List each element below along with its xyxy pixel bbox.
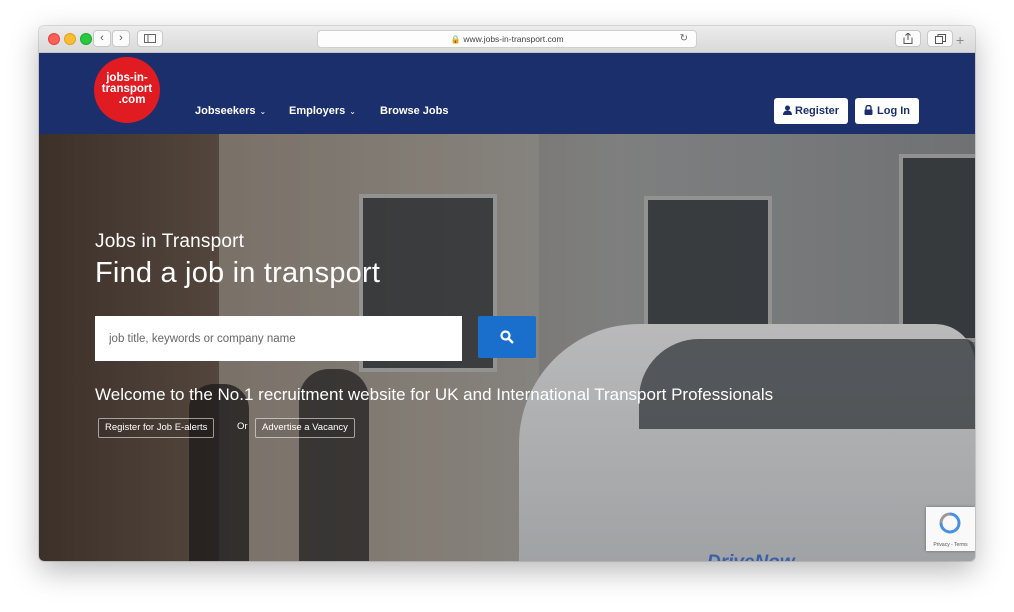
recaptcha-label: Privacy - Terms: [933, 542, 968, 548]
login-button[interactable]: Log In: [855, 98, 919, 124]
forward-icon: ›: [119, 32, 123, 44]
recaptcha-badge[interactable]: Privacy - Terms: [926, 507, 975, 551]
tabs-icon: [934, 34, 946, 44]
recaptcha-icon: [939, 512, 961, 534]
site-header: jobs-in- transport .com Jobseekers ⌄ Empl…: [39, 53, 975, 134]
new-tab-button[interactable]: +: [956, 33, 964, 47]
lock-icon: 🔒: [450, 35, 461, 44]
welcome-text: Welcome to the No.1 recruitment website …: [95, 385, 774, 404]
search-icon: [500, 330, 514, 344]
forward-button[interactable]: ›: [112, 30, 130, 47]
sidebar-icon: [144, 34, 156, 43]
hero-banner: DriveNow Jobs in Transport Find a job in…: [39, 134, 975, 561]
chevron-down-icon: ⌄: [259, 107, 267, 116]
job-search-input[interactable]: [95, 316, 462, 361]
car-brand-text: DriveNow: [707, 552, 795, 561]
register-label: Register: [795, 105, 840, 117]
address-bar[interactable]: 🔒 www.jobs-in-transport.com ↻: [317, 30, 697, 48]
hero-subtitle: Jobs in Transport: [95, 231, 245, 252]
minimize-window-button[interactable]: [64, 33, 76, 45]
sidebar-toggle-button[interactable]: [137, 30, 163, 47]
share-icon: [903, 32, 913, 44]
logo-line-3: .com: [118, 94, 146, 106]
login-label: Log In: [877, 105, 910, 117]
register-button[interactable]: Register: [774, 98, 849, 124]
url-text: www.jobs-in-transport.com: [463, 34, 564, 44]
lock-icon: [864, 104, 873, 115]
tabs-overview-button[interactable]: [927, 30, 953, 47]
user-icon: [783, 105, 792, 115]
reload-icon[interactable]: ↻: [680, 31, 688, 47]
advertise-vacancy-button[interactable]: Advertise a Vacancy: [255, 418, 355, 438]
hero-title: Find a job in transport: [95, 257, 381, 289]
nav-employers-label: Employers: [289, 105, 346, 117]
close-window-button[interactable]: [48, 33, 60, 45]
zoom-window-button[interactable]: [80, 33, 92, 45]
browser-toolbar: ‹ › 🔒 www.jobs-in-transport.com ↻ +: [39, 26, 975, 53]
back-icon: ‹: [100, 32, 104, 44]
nav-jobseekers-label: Jobseekers: [195, 105, 256, 117]
site-logo[interactable]: jobs-in- transport .com: [94, 57, 160, 123]
chevron-down-icon: ⌄: [349, 107, 356, 116]
register-job-alerts-button[interactable]: Register for Job E-alerts: [98, 418, 215, 438]
search-button[interactable]: [478, 316, 536, 358]
or-separator: Or: [237, 421, 248, 432]
nav-jobseekers[interactable]: Jobseekers ⌄: [195, 105, 266, 117]
nav-browse-jobs[interactable]: Browse Jobs: [380, 105, 448, 117]
back-button[interactable]: ‹: [93, 30, 111, 47]
nav-employers[interactable]: Employers ⌄: [289, 105, 356, 117]
share-button[interactable]: [895, 30, 921, 47]
browser-window: ‹ › 🔒 www.jobs-in-transport.com ↻ + jobs-…: [39, 26, 975, 561]
